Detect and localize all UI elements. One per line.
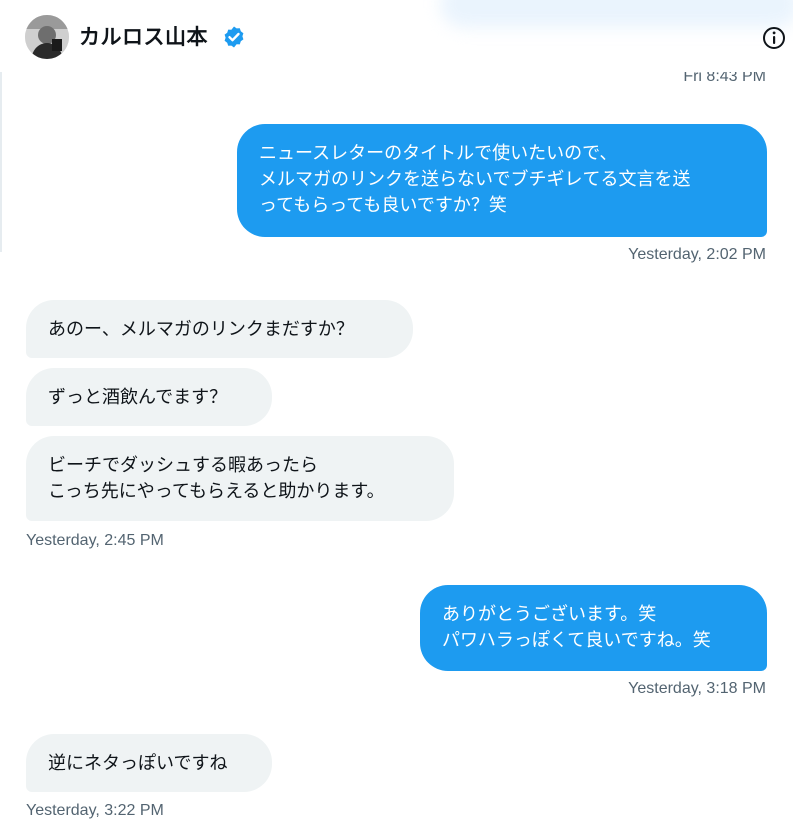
contact-name[interactable]: カルロス山本 [79, 20, 208, 54]
verified-badge-icon [224, 26, 244, 48]
header-glow [440, 0, 793, 28]
message-timestamp: Yesterday, 3:22 PM [26, 802, 164, 819]
incoming-message[interactable]: ずっと酒飲んでます？ [26, 368, 272, 426]
incoming-message[interactable]: ビーチでダッシュする暇あったら こっち先にやってもらえると助かります。 [26, 436, 454, 521]
conversation-header: カルロス山本 [0, 0, 793, 72]
message-timestamp: Yesterday, 3:18 PM [628, 680, 766, 697]
avatar[interactable] [25, 15, 69, 59]
incoming-message[interactable]: 逆にネタっぽいですね [26, 734, 272, 792]
outgoing-message[interactable]: ありがとうございます。笑 パワハラっぽくて良いですね。笑 [420, 585, 767, 671]
message-timestamp: Yesterday, 2:02 PM [628, 246, 766, 263]
left-divider [0, 72, 2, 252]
outgoing-message[interactable]: ニュースレターのタイトルで使いたいので、 メルマガのリンクを送らないでブチギレて… [237, 124, 767, 237]
incoming-message[interactable]: あのー、メルマガのリンクまだすか？ [26, 300, 413, 358]
message-timestamp: Yesterday, 2:45 PM [26, 532, 164, 549]
info-icon[interactable] [762, 26, 786, 50]
